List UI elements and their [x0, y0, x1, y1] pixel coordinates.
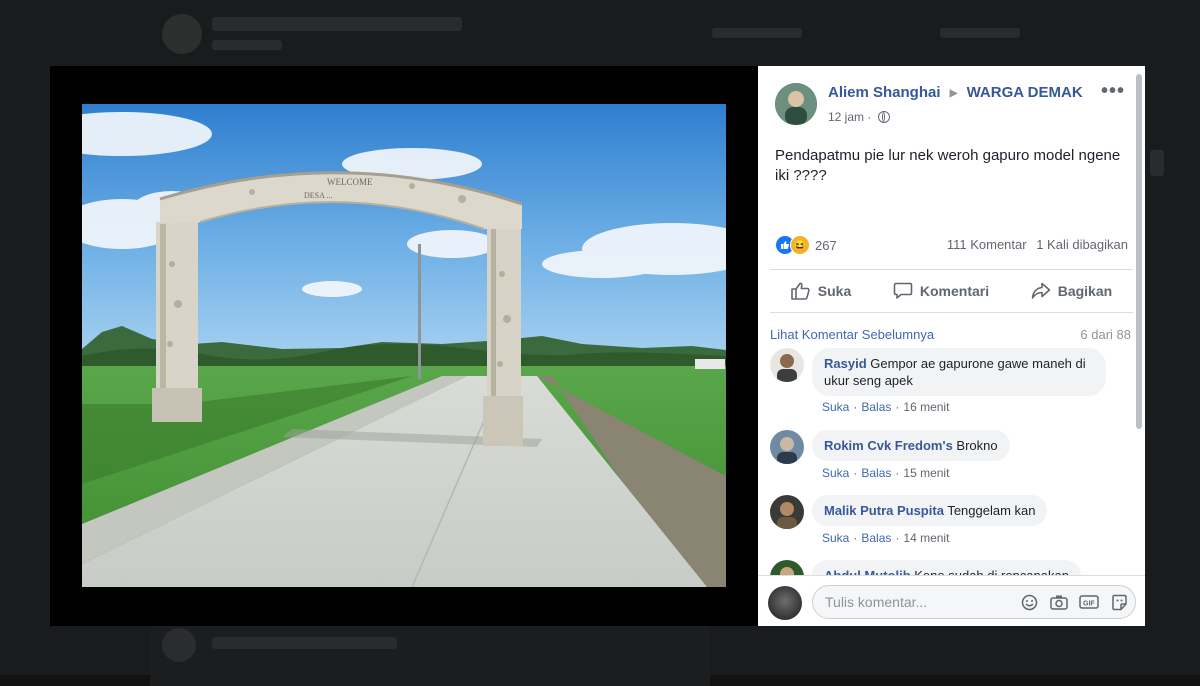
comment-like-link[interactable]: Suka	[822, 466, 849, 480]
gif-icon[interactable]: GIF	[1079, 593, 1099, 611]
share-button[interactable]: Bagikan	[1031, 282, 1112, 300]
post-text: Pendapatmu pie lur nek weroh gapuro mode…	[775, 147, 1121, 184]
commenter-name[interactable]: Malik Putra Puspita	[824, 503, 944, 518]
comment-actions: Suka · Balas · 16 menit	[822, 400, 950, 414]
background-avatar	[162, 628, 196, 662]
post-photo[interactable]: WELCOME DESA ...	[82, 104, 726, 587]
shares-count-link[interactable]: 1 Kali dibagikan	[1036, 237, 1128, 252]
camera-icon[interactable]	[1049, 593, 1069, 611]
view-previous-comments-link[interactable]: Lihat Komentar Sebelumnya	[770, 327, 934, 342]
comment-text: Tenggelam kan	[947, 503, 1036, 518]
comment-bubble: Rokim Cvk Fredom's Brokno	[812, 430, 1010, 461]
comment-icon	[893, 282, 913, 299]
share-label: Bagikan	[1057, 283, 1113, 299]
haha-reaction-icon: 😆	[790, 235, 810, 255]
comment-like-link[interactable]: Suka	[822, 531, 849, 545]
divider	[770, 269, 1133, 270]
comment-reply-link[interactable]: Balas	[861, 466, 891, 480]
post-meta: 12 jam ·	[828, 110, 890, 124]
background-next-post	[150, 626, 710, 686]
comment-actions: Suka · Balas · 14 menit	[822, 531, 950, 545]
post-author-line: Aliem Shanghai ▶ WARGA DEMAK	[828, 84, 1083, 101]
commenter-name[interactable]: Rokim Cvk Fredom's	[824, 438, 953, 453]
comment-actions: Suka · Balas · 15 menit	[822, 466, 950, 480]
emoji-icon[interactable]	[1019, 593, 1039, 611]
background-sidebar-line	[940, 28, 1020, 38]
arch-welcome-text: WELCOME	[327, 177, 373, 187]
post-actions: Suka Komentari Bagikan	[770, 273, 1133, 309]
background-avatar	[162, 14, 202, 54]
comment-reply-link[interactable]: Balas	[861, 400, 891, 414]
background-sidebar-button	[1150, 150, 1164, 176]
comments-scrollbar[interactable]	[1136, 74, 1142, 429]
author-avatar[interactable]	[775, 83, 817, 125]
reactions-summary[interactable]: 😆 267	[775, 235, 837, 255]
thumbs-up-icon	[790, 282, 810, 300]
commenter-name[interactable]: Rasyid	[824, 356, 867, 371]
comment-page-indicator: 6 dari 88	[1080, 327, 1131, 342]
background-sidebar-line	[712, 28, 802, 38]
background-post-time	[212, 40, 282, 50]
engagement-counts: 111 Komentar 1 Kali dibagikan	[947, 237, 1128, 252]
commenter-avatar[interactable]	[770, 495, 804, 529]
author-name-link[interactable]: Aliem Shanghai	[828, 84, 941, 101]
sticker-icon[interactable]	[1109, 593, 1129, 611]
svg-text:GIF: GIF	[1083, 601, 1095, 608]
comment-bubble: Rasyid Gempor ae gapurone gawe maneh di …	[812, 348, 1106, 396]
comment-time[interactable]: 14 menit	[903, 531, 949, 545]
like-button[interactable]: Suka	[790, 282, 852, 300]
divider	[770, 312, 1133, 313]
commenter-avatar[interactable]	[770, 430, 804, 464]
share-icon	[1031, 282, 1051, 299]
comment-like-link[interactable]: Suka	[822, 400, 849, 414]
post-time[interactable]: 12 jam	[828, 110, 864, 124]
arch-village-text: DESA ...	[304, 191, 332, 200]
composer-icons: GIF	[1019, 593, 1129, 611]
comment-composer: GIF	[758, 575, 1145, 626]
post-detail-panel: Aliem Shanghai ▶ WARGA DEMAK 12 jam · ••…	[758, 66, 1145, 626]
comment-bubble: Malik Putra Puspita Tenggelam kan	[812, 495, 1048, 526]
globe-icon	[877, 111, 890, 123]
comment-text: Brokno	[956, 438, 998, 453]
comment-time[interactable]: 16 menit	[903, 400, 949, 414]
comment-time[interactable]: 15 menit	[903, 466, 949, 480]
comments-count-link[interactable]: 111 Komentar	[947, 237, 1027, 252]
reaction-count: 267	[815, 237, 837, 253]
like-label: Suka	[817, 283, 852, 299]
more-options-icon[interactable]: •••	[1101, 80, 1125, 103]
comment-reply-link[interactable]: Balas	[861, 531, 891, 545]
group-name-link[interactable]: WARGA DEMAK	[967, 84, 1083, 101]
comment-button[interactable]: Komentari	[893, 282, 989, 300]
comment-label: Komentari	[919, 283, 990, 299]
commenter-avatar[interactable]	[770, 348, 804, 382]
current-user-avatar	[768, 586, 802, 620]
background-post-author	[212, 17, 462, 31]
arrow-right-icon: ▶	[949, 88, 958, 99]
background-next-post-author	[212, 637, 397, 649]
